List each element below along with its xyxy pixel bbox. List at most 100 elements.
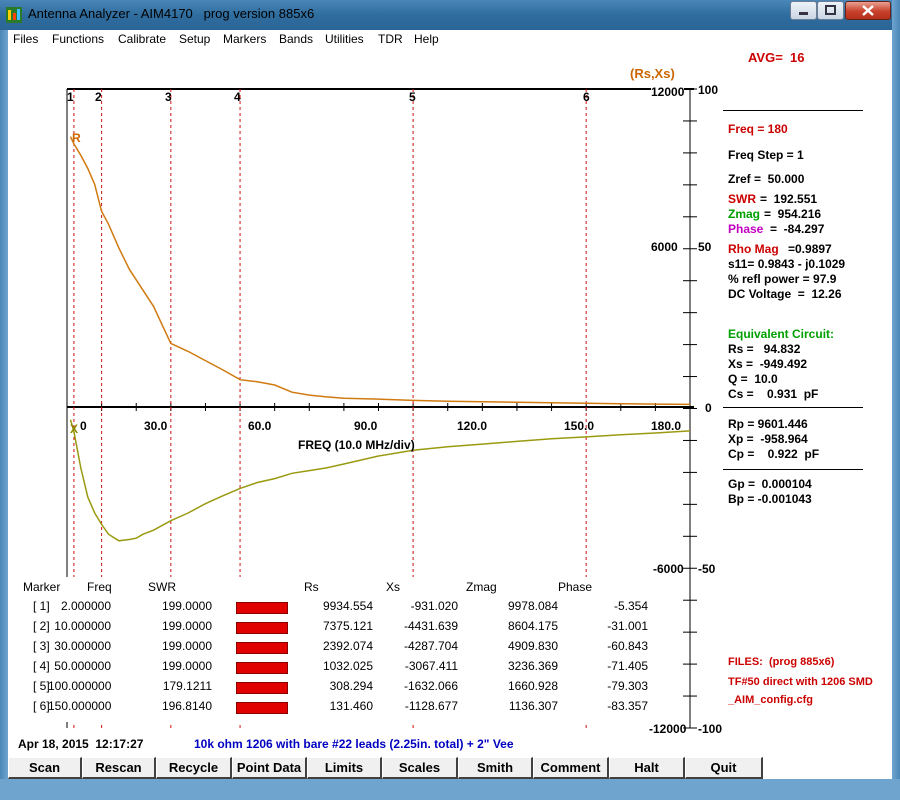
close-icon — [862, 5, 874, 16]
rs-axis-tick: -6000 — [653, 562, 684, 576]
files-label: FILES: (prog 885x6) — [728, 656, 835, 668]
title-bar[interactable]: Antenna Analyzer - AIM4170 prog version … — [0, 0, 900, 30]
scales-button[interactable]: Scales — [382, 757, 458, 779]
table-header: Rs — [304, 580, 319, 594]
swr-bar — [236, 662, 288, 674]
point-data-button[interactable]: Point Data — [232, 757, 307, 779]
zmag-label: Zmag — [728, 207, 761, 221]
recycle-button[interactable]: Recycle — [156, 757, 232, 779]
rp-readout: Rp = 9601.446 — [728, 417, 808, 431]
table-cell-xs: -931.020 — [410, 599, 458, 613]
x-curve-label: X — [70, 422, 79, 436]
phase-label: Phase — [728, 222, 764, 236]
menu-functions[interactable]: Functions — [52, 32, 104, 46]
close-button[interactable] — [845, 1, 891, 20]
table-cell-rs: 9934.554 — [322, 599, 373, 613]
menu-utilities[interactable]: Utilities — [325, 32, 364, 46]
menu-bands[interactable]: Bands — [279, 32, 313, 46]
rs-axis-tick: 0 — [705, 401, 712, 415]
side-separator — [723, 407, 863, 408]
menu-help[interactable]: Help — [414, 32, 439, 46]
marker-number: 2 — [95, 90, 102, 104]
equiv-circuit-title: Equivalent Circuit: — [728, 327, 835, 341]
table-cell-freq: 2.000000 — [60, 599, 111, 613]
window-title: Antenna Analyzer - AIM4170 prog version … — [28, 6, 315, 21]
x-tick-label: 180.0 — [651, 419, 682, 433]
menu-setup[interactable]: Setup — [179, 32, 210, 46]
marker-table: Marker Freq SWR Rs Xs Zmag Phase [ 1] 2.0… — [8, 577, 658, 722]
comment-button[interactable]: Comment — [533, 757, 609, 779]
quit-button[interactable]: Quit — [685, 757, 763, 779]
swr-bar — [236, 602, 288, 614]
limits-button[interactable]: Limits — [307, 757, 382, 779]
cp-readout: Cp = 0.922 pF — [728, 447, 820, 461]
pct-axis-tick: -50 — [698, 562, 716, 576]
swr-value: = 192.551 — [760, 192, 818, 206]
table-cell-zmag: 4909.830 — [507, 639, 558, 653]
rescan-button[interactable]: Rescan — [82, 757, 156, 779]
menu-files[interactable]: Files — [13, 32, 38, 46]
app-icon — [6, 7, 22, 23]
menu-markers[interactable]: Markers — [223, 32, 266, 46]
table-cell-rs: 308.294 — [329, 679, 373, 693]
table-cell-rs: 2392.074 — [322, 639, 373, 653]
table-cell-rs: 7375.121 — [322, 619, 373, 633]
table-cell-phase: -71.405 — [607, 659, 648, 673]
bp-readout: Bp = -0.001043 — [728, 492, 812, 506]
dc-voltage-readout: DC Voltage = 12.26 — [728, 287, 842, 301]
window-frame-bottom — [0, 779, 900, 800]
table-cell-swr: 199.0000 — [161, 659, 212, 673]
rho-label: Rho Mag — [728, 242, 779, 256]
maximize-button[interactable] — [817, 1, 844, 20]
table-cell-swr: 199.0000 — [161, 599, 212, 613]
x-tick-label: 150.0 — [564, 419, 595, 433]
x-tick-label: 60.0 — [248, 419, 272, 433]
table-cell-zmag: 1136.307 — [508, 699, 558, 713]
table-cell-rs: 1032.025 — [322, 659, 373, 673]
scan-button[interactable]: Scan — [8, 757, 82, 779]
pct-axis-tick: -100 — [698, 722, 723, 736]
rs-axis-tick: 6000 — [651, 240, 678, 254]
refl-power-readout: % refl power = 97.9 — [728, 272, 837, 286]
window-frame-right — [892, 0, 900, 800]
table-cell-freq: 100.000000 — [48, 679, 112, 693]
minimize-button[interactable] — [790, 1, 817, 20]
table-cell-phase: -60.843 — [607, 639, 648, 653]
swr-bar — [236, 642, 288, 654]
table-cell-freq: 10.000000 — [54, 619, 111, 633]
freq-readout: Freq = 180 — [728, 122, 788, 136]
table-cell-swr: 196.8140 — [161, 699, 212, 713]
table-cell-freq: 30.000000 — [54, 639, 111, 653]
zref-readout: Zref = 50.000 — [728, 172, 805, 186]
swr-bar — [236, 702, 288, 714]
table-cell-freq: 150.000000 — [48, 699, 112, 713]
q-readout: Q = 10.0 — [728, 372, 778, 386]
rs-readout: Rs = 94.832 — [728, 342, 801, 356]
menu-calibrate[interactable]: Calibrate — [118, 32, 166, 46]
smith-button[interactable]: Smith — [458, 757, 533, 779]
table-header: Marker — [23, 580, 61, 594]
halt-button[interactable]: Halt — [609, 757, 685, 779]
marker-number: 3 — [165, 90, 172, 104]
series-label: (Rs,Xs) — [630, 66, 675, 81]
menu-bar: Files Functions Calibrate Setup Markers … — [0, 30, 890, 50]
menu-tdr[interactable]: TDR — [378, 32, 403, 46]
right-axis-ticks — [683, 88, 697, 729]
marker-number: 1 — [67, 90, 74, 104]
table-cell-swr: 199.0000 — [161, 619, 212, 633]
marker-number: 6 — [583, 90, 590, 104]
table-cell-phase: -5.354 — [613, 599, 648, 613]
file-name[interactable]: TF#50 direct with 1206 SMD — [728, 676, 873, 688]
table-cell-zmag: 8604.175 — [507, 619, 558, 633]
side-separator — [723, 469, 863, 470]
s11-readout: s11= 0.9843 - j0.1029 — [728, 257, 846, 271]
table-header: SWR — [148, 580, 176, 594]
table-header: Phase — [558, 580, 593, 594]
side-separator — [723, 110, 863, 111]
minimize-icon — [799, 12, 808, 15]
config-file-name[interactable]: _AIM_config.cfg — [728, 694, 813, 706]
phase-value: = -84.297 — [770, 222, 825, 236]
table-cell-xs: -1128.677 — [404, 699, 458, 713]
table-cell-xs: -4431.639 — [403, 619, 458, 633]
table-header: Freq — [87, 580, 112, 594]
